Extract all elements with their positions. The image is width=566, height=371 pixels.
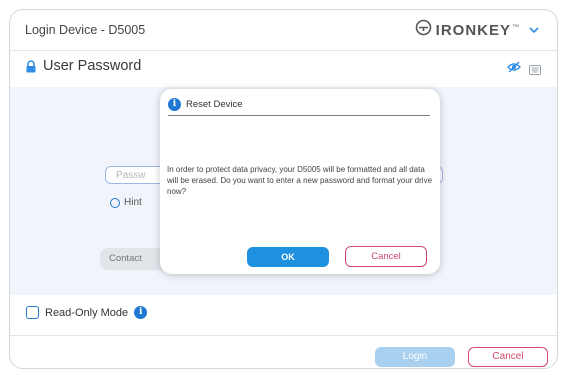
keyboard-icon[interactable] xyxy=(529,62,541,80)
lock-icon xyxy=(25,59,37,73)
ironkey-logo-icon xyxy=(415,19,432,41)
cancel-button[interactable]: Cancel xyxy=(468,347,548,367)
footer-divider xyxy=(10,335,557,336)
dialog-title: Reset Device xyxy=(186,99,243,110)
window-title: Login Device - D5005 xyxy=(25,23,146,37)
section-title: User Password xyxy=(43,58,142,74)
reset-device-dialog: i Reset Device In order to protect data … xyxy=(160,89,440,274)
readonly-checkbox[interactable] xyxy=(26,306,39,319)
chevron-down-icon[interactable] xyxy=(529,21,539,39)
title-bar: Login Device - D5005 IRONKEY ™ xyxy=(10,10,557,51)
dialog-header: i Reset Device xyxy=(168,98,243,111)
dialog-divider xyxy=(168,115,430,116)
login-button[interactable]: Login xyxy=(375,347,455,367)
hint-toggle[interactable]: Hint xyxy=(110,197,142,208)
login-window: Login Device - D5005 IRONKEY ™ User Pass… xyxy=(9,9,558,369)
info-icon: i xyxy=(168,98,181,111)
brand-name: IRONKEY xyxy=(435,21,511,39)
dialog-message: In order to protect data privacy, your D… xyxy=(167,165,433,196)
readonly-option: Read-Only Mode i xyxy=(26,306,148,319)
brand: IRONKEY ™ xyxy=(415,19,539,41)
brand-trademark: ™ xyxy=(512,23,519,31)
dialog-cancel-button[interactable]: Cancel xyxy=(345,246,427,267)
section-header: User Password xyxy=(25,58,141,74)
info-icon[interactable]: i xyxy=(134,306,148,319)
readonly-label: Read-Only Mode xyxy=(45,306,129,319)
eye-off-icon[interactable] xyxy=(507,60,521,78)
dialog-ok-button[interactable]: OK xyxy=(247,247,329,267)
hint-radio-icon xyxy=(110,197,120,208)
hint-label: Hint xyxy=(124,197,142,208)
